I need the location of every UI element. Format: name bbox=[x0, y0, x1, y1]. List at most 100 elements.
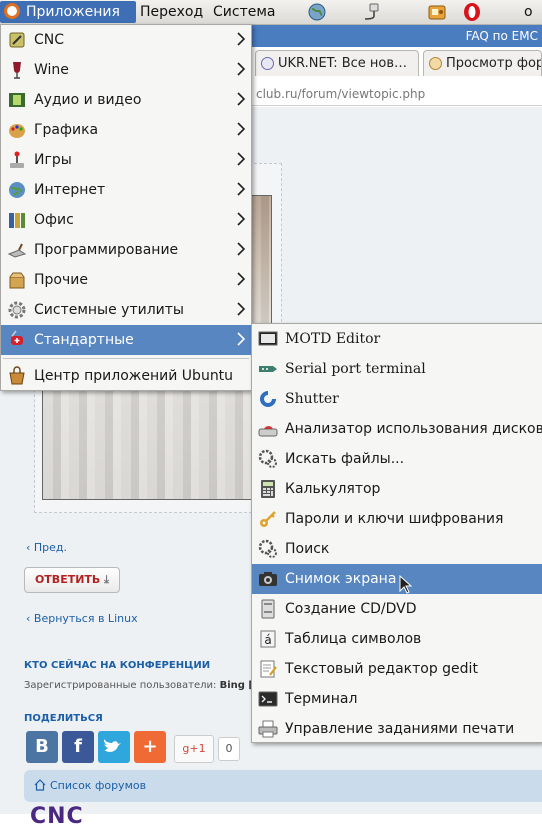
menu-item-label: Терминал bbox=[285, 691, 358, 707]
camera-icon bbox=[259, 572, 277, 586]
reply-label: ОТВЕТИТЬ bbox=[34, 573, 101, 586]
facebook-share-button[interactable]: f bbox=[62, 731, 94, 763]
menu-separator bbox=[3, 358, 249, 359]
menu-item-label: Создание CD/DVD bbox=[285, 601, 417, 617]
network-globe-icon[interactable] bbox=[307, 2, 327, 22]
menu-item-label: Serial port terminal bbox=[285, 361, 426, 377]
cnc-logo: CNC bbox=[30, 804, 84, 829]
wine-icon bbox=[13, 62, 21, 79]
gear-icon bbox=[8, 301, 26, 319]
plug-icon[interactable] bbox=[362, 2, 382, 22]
url-bar[interactable]: club.ru/forum/viewtopic.php bbox=[250, 80, 542, 106]
submenu-item-shutter[interactable]: Shutter bbox=[252, 384, 542, 414]
back-to-linux-link[interactable]: ‹ Вернуться в Linux bbox=[26, 612, 138, 625]
faq-link[interactable]: FAQ по ЕМС bbox=[466, 29, 542, 43]
clock-partial: o bbox=[524, 4, 533, 20]
ukrnet-favicon-icon bbox=[261, 57, 274, 70]
menu-item-office[interactable]: Офис bbox=[1, 205, 251, 235]
chevron-right-icon bbox=[237, 122, 246, 136]
forum-list-link[interactable]: Список форумов bbox=[50, 779, 146, 792]
menu-item-label: Офис bbox=[34, 212, 74, 228]
menu-item-games[interactable]: Игры bbox=[1, 145, 251, 175]
cd-burner-icon bbox=[261, 599, 275, 619]
twitter-share-button[interactable] bbox=[98, 731, 130, 763]
tab-title: Просмотр фор bbox=[446, 56, 542, 71]
prev-link[interactable]: ‹ Пред. bbox=[26, 541, 67, 554]
search-gears-icon bbox=[258, 539, 277, 558]
google-plus-button[interactable]: g+1 bbox=[174, 735, 214, 763]
online-users-text: Зарегистрированные пользователи: Bing [B bbox=[24, 680, 261, 691]
chevron-right-icon bbox=[237, 182, 246, 196]
submenu-item-screenshot[interactable]: Снимок экрана bbox=[252, 564, 542, 594]
home-icon bbox=[34, 779, 46, 791]
chevron-right-icon bbox=[237, 272, 246, 286]
shutter-icon bbox=[260, 391, 276, 407]
tab-title: UKR.NET: Все нов… bbox=[278, 56, 408, 71]
chevron-right-icon bbox=[237, 302, 246, 316]
vk-share-button[interactable]: B bbox=[26, 731, 58, 763]
software-center-icon bbox=[9, 366, 25, 385]
prev-link-label: Пред. bbox=[33, 541, 68, 554]
trowel-icon bbox=[7, 243, 27, 258]
submenu-item-motd-editor[interactable]: MOTD Editor bbox=[252, 324, 542, 354]
top-panel: Приложения Переход Система o bbox=[0, 0, 542, 25]
submenu-item-search[interactable]: Поиск bbox=[252, 534, 542, 564]
menu-item-programming[interactable]: Программирование bbox=[1, 235, 251, 265]
menu-item-label: Аудио и видео bbox=[34, 92, 142, 108]
submenu-item-character-map[interactable]: á Таблица символов bbox=[252, 624, 542, 654]
menu-item-accessories[interactable]: Стандартные bbox=[1, 325, 251, 355]
keys-icon bbox=[260, 511, 276, 527]
reply-button[interactable]: ОТВЕТИТЬ ⤓ bbox=[24, 567, 120, 593]
box-icon bbox=[9, 272, 25, 289]
menu-item-label: Shutter bbox=[285, 391, 339, 407]
radio-icon[interactable] bbox=[427, 2, 447, 22]
places-menu-button[interactable]: Переход bbox=[134, 1, 209, 23]
menu-item-label: Программирование bbox=[34, 242, 179, 258]
system-menu-button[interactable]: Система bbox=[207, 1, 281, 23]
menu-item-audio-video[interactable]: Аудио и видео bbox=[1, 85, 251, 115]
submenu-item-find-files[interactable]: Искать файлы... bbox=[252, 444, 542, 474]
accessories-submenu: MOTD Editor Serial port terminal Shutter… bbox=[251, 323, 542, 743]
menu-item-label: Таблица символов bbox=[285, 631, 422, 647]
chevron-right-icon bbox=[237, 212, 246, 226]
calculator-icon bbox=[261, 480, 275, 498]
menu-item-wine[interactable]: Wine bbox=[1, 55, 251, 85]
menu-item-label: CNC bbox=[34, 32, 65, 48]
submenu-item-serial-terminal[interactable]: Serial port terminal bbox=[252, 354, 542, 384]
submenu-item-gedit[interactable]: Текстовый редактор gedit bbox=[252, 654, 542, 684]
browser-tab-forum[interactable]: Просмотр фор bbox=[423, 50, 542, 76]
twitter-bird-icon bbox=[104, 739, 121, 752]
share-heading: ПОДЕЛИТЬСЯ bbox=[24, 713, 103, 724]
url-text: club.ru/forum/viewtopic.php bbox=[256, 87, 426, 101]
gplus-label: +1 bbox=[189, 742, 206, 755]
text-editor-icon bbox=[260, 660, 277, 678]
menu-item-system-tools[interactable]: Системные утилиты bbox=[1, 295, 251, 325]
applications-label: Приложения bbox=[26, 4, 120, 20]
menu-item-label: Интернет bbox=[34, 182, 106, 198]
menu-item-label: Прочие bbox=[34, 272, 88, 288]
submenu-item-disk-usage[interactable]: Анализатор использования дисков bbox=[252, 414, 542, 444]
menu-item-other[interactable]: Прочие bbox=[1, 265, 251, 295]
opera-icon[interactable] bbox=[462, 2, 482, 22]
menu-item-label: Управление заданиями печати bbox=[285, 721, 515, 737]
cnc-icon bbox=[9, 32, 25, 48]
palette-icon bbox=[9, 124, 25, 138]
submenu-item-print-jobs[interactable]: Управление заданиями печати bbox=[252, 714, 542, 744]
menu-item-cnc[interactable]: CNC bbox=[1, 25, 251, 55]
browser-tab-ukrnet[interactable]: UKR.NET: Все нов… bbox=[255, 50, 419, 76]
menu-item-software-center[interactable]: Центр приложений Ubuntu bbox=[1, 361, 251, 391]
submenu-item-passwords-keys[interactable]: Пароли и ключи шифрования bbox=[252, 504, 542, 534]
facebook-icon: f bbox=[74, 736, 82, 757]
menu-item-label: Системные утилиты bbox=[34, 302, 184, 318]
submenu-item-cd-dvd[interactable]: Создание CD/DVD bbox=[252, 594, 542, 624]
menu-item-internet[interactable]: Интернет bbox=[1, 175, 251, 205]
applications-menu-button[interactable]: Приложения bbox=[0, 1, 136, 23]
menu-item-graphics[interactable]: Графика bbox=[1, 115, 251, 145]
joystick-icon bbox=[10, 151, 24, 168]
menu-item-label: Калькулятор bbox=[285, 481, 381, 497]
submenu-item-terminal[interactable]: Терминал bbox=[252, 684, 542, 714]
more-share-button[interactable]: + bbox=[134, 731, 166, 763]
menu-item-label: Искать файлы... bbox=[285, 451, 405, 467]
swiss-knife-icon bbox=[11, 330, 23, 345]
submenu-item-calculator[interactable]: Калькулятор bbox=[252, 474, 542, 504]
